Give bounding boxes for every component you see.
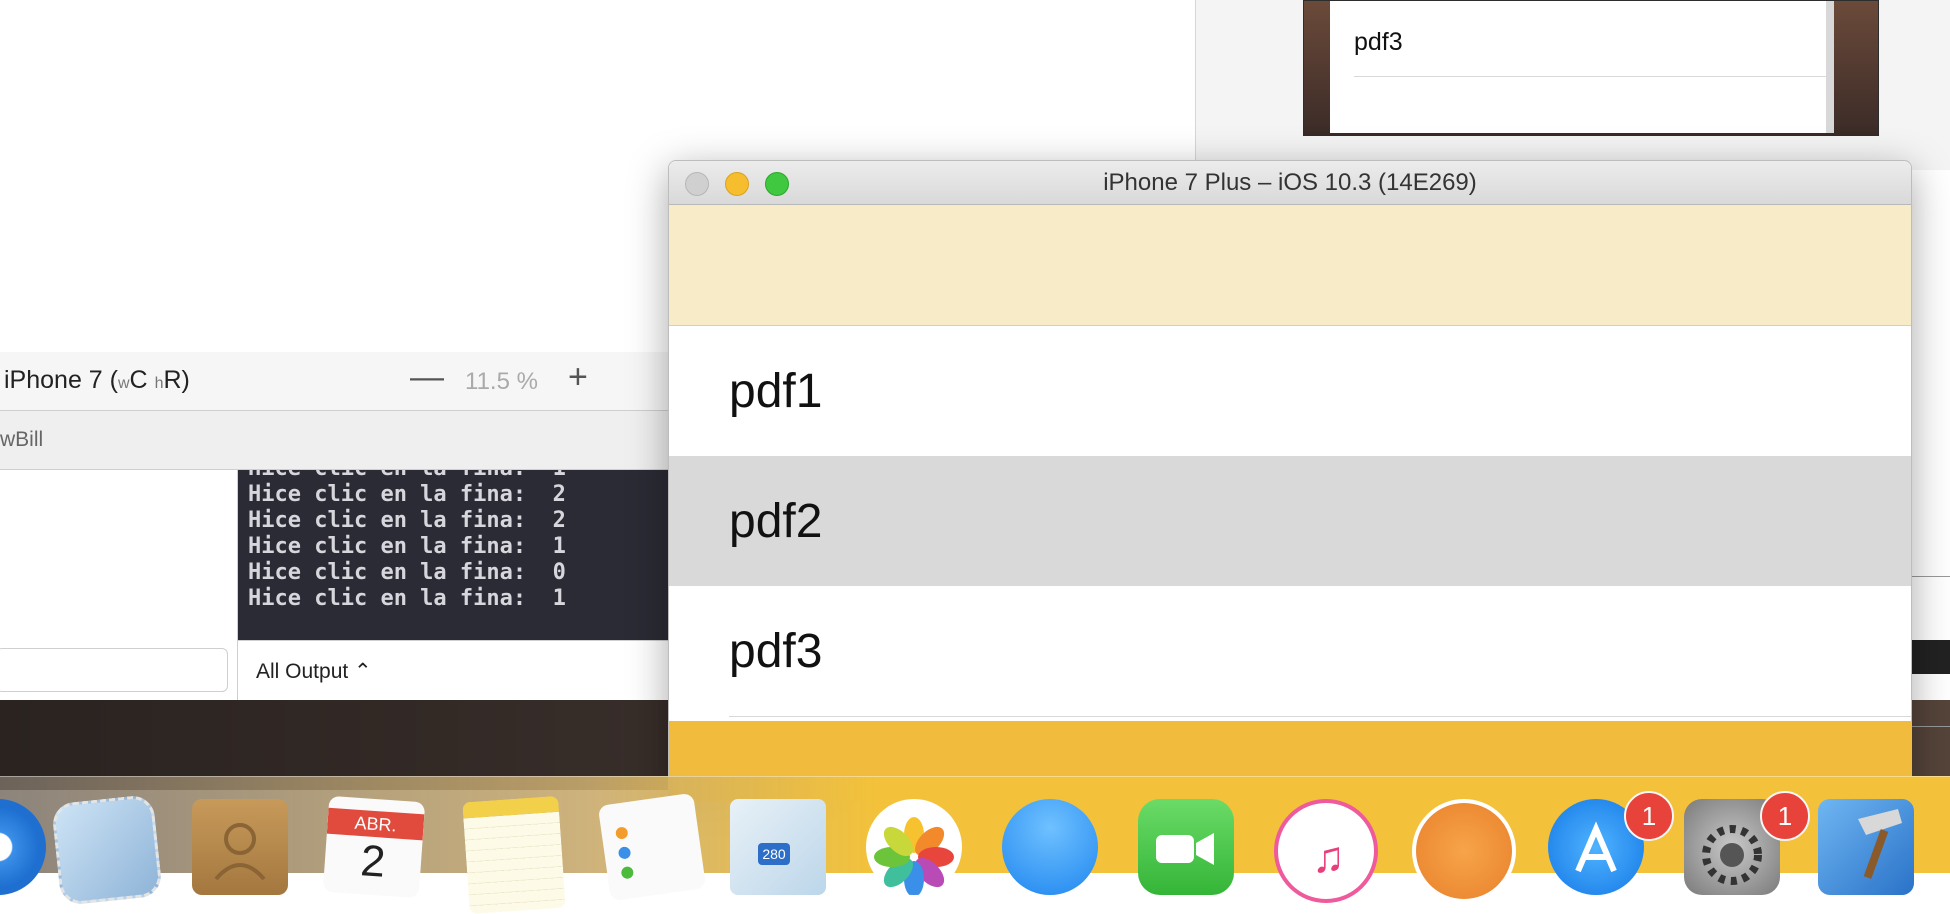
- zoom-out-button[interactable]: —: [410, 358, 444, 397]
- facetime-icon[interactable]: [1138, 799, 1234, 895]
- photos-icon[interactable]: [866, 799, 962, 895]
- row-label: pdf1: [729, 364, 823, 418]
- row-label: pdf2: [729, 494, 823, 548]
- row-separator: [729, 716, 1911, 717]
- preview-scrollbar: [1826, 1, 1834, 133]
- simulator-window: iPhone 7 Plus – iOS 10.3 (14E269) pdf1 p…: [668, 160, 1912, 802]
- size-class-w: w: [117, 375, 130, 392]
- preview-row-label: pdf3: [1354, 27, 1403, 56]
- row-label: pdf3: [729, 624, 823, 678]
- window-title: iPhone 7 Plus – iOS 10.3 (14E269): [1103, 169, 1477, 196]
- xcode-device-toolbar: iPhone 7 (wC hR) — 11.5 % +: [0, 352, 670, 411]
- console-line: Hice clic en la fina: 0: [248, 560, 566, 585]
- hammer-icon: [1858, 809, 1902, 879]
- person-icon: [214, 823, 266, 881]
- storyboard-preview-screen: pdf3: [1330, 1, 1834, 133]
- preview-row: pdf3: [1354, 8, 1834, 77]
- breadcrumb: wBill: [0, 411, 670, 470]
- calendar-icon[interactable]: ABR. 2: [322, 795, 426, 899]
- size-class-h-value: R): [163, 366, 190, 394]
- safari-icon[interactable]: [0, 799, 46, 895]
- device-selector[interactable]: iPhone 7 (wC hR): [4, 366, 190, 395]
- notes-icon[interactable]: [462, 795, 566, 914]
- camera-icon: [1156, 833, 1214, 865]
- device-name: iPhone 7: [4, 366, 103, 394]
- mail-icon[interactable]: [50, 793, 164, 907]
- console-line: Hice clic en la fina: 2: [248, 482, 566, 507]
- maps-route-label: 280: [758, 843, 790, 865]
- checklist-icon: [615, 827, 634, 879]
- storyboard-preview: pdf3: [1303, 0, 1879, 136]
- debug-console: Hice clic en la fina: 1 Hice clic en la …: [238, 470, 670, 640]
- calendar-day: 2: [359, 836, 387, 887]
- console-line: Hice clic en la fina: 1: [248, 470, 566, 481]
- simulator-titlebar[interactable]: iPhone 7 Plus – iOS 10.3 (14E269): [669, 161, 1911, 205]
- background-storyboard-panel: pdf3: [1195, 0, 1950, 170]
- console-line: Hice clic en la fina: 2: [248, 508, 566, 533]
- dock: ABR. 2 280 ♫ 1 1: [0, 776, 1950, 914]
- reminders-icon[interactable]: [597, 792, 707, 902]
- music-note-icon: ♫: [1312, 833, 1345, 882]
- xcode-icon[interactable]: [1818, 799, 1914, 895]
- ibooks-icon[interactable]: [1412, 799, 1516, 903]
- app-store-badge: 1: [1624, 791, 1674, 841]
- console-line: Hice clic en la fina: 1: [248, 586, 566, 611]
- maps-icon[interactable]: 280: [730, 799, 826, 895]
- system-preferences-badge: 1: [1760, 791, 1810, 841]
- filter-field[interactable]: [0, 648, 228, 692]
- table-row[interactable]: pdf1: [669, 326, 1911, 456]
- contacts-icon[interactable]: [192, 799, 288, 895]
- flower-icon: [874, 817, 954, 895]
- size-class-w-value: C: [129, 366, 148, 394]
- output-selector[interactable]: All Output ⌃: [256, 659, 372, 684]
- console-line: Hice clic en la fina: 1: [248, 534, 566, 559]
- navigation-bar: [669, 205, 1911, 326]
- zoom-level: 11.5 %: [465, 368, 538, 395]
- breadcrumb-item[interactable]: wBill: [0, 428, 43, 452]
- itunes-icon[interactable]: ♫: [1274, 799, 1378, 903]
- table-row[interactable]: pdf3: [669, 586, 1911, 716]
- table-row[interactable]: pdf2: [669, 456, 1911, 586]
- messages-icon[interactable]: [1002, 799, 1098, 895]
- size-class-open: (: [109, 366, 118, 394]
- zoom-in-button[interactable]: +: [568, 358, 588, 397]
- console-footer: All Output ⌃: [238, 640, 670, 701]
